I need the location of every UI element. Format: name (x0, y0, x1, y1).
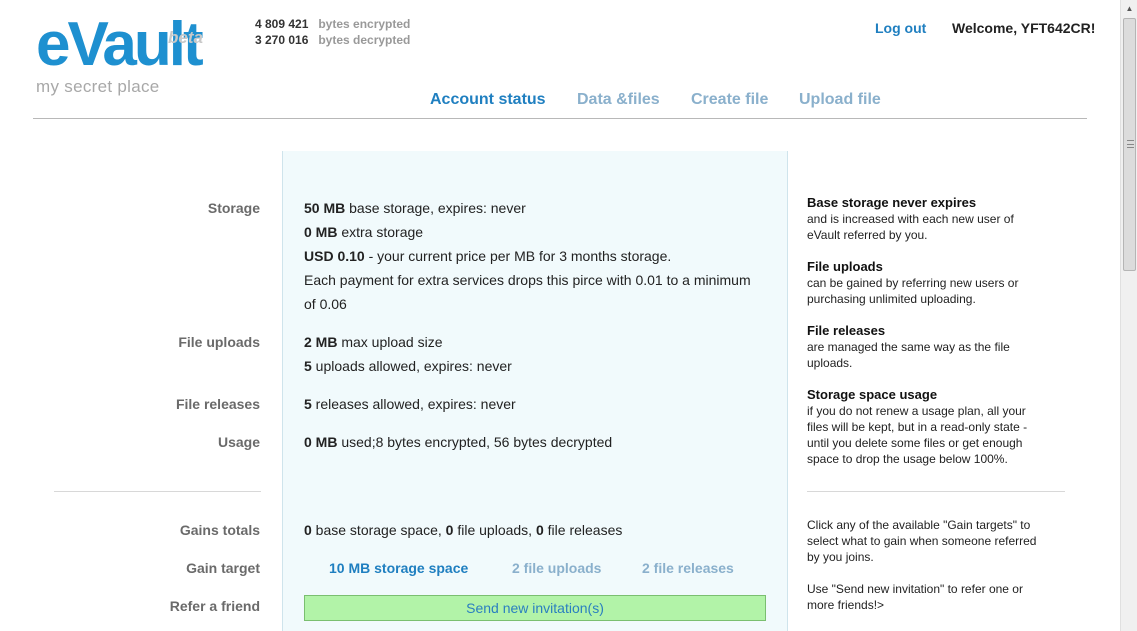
help-text-line: purchasing unlimited uploading. (807, 292, 976, 306)
tab-data-files[interactable]: Data &files (577, 91, 660, 109)
help-file-uploads-title: File uploads (807, 259, 883, 274)
help-text-line: until you delete some files or get enoug… (807, 436, 1023, 450)
help-text-line: files will be kept, but in a read-only s… (807, 420, 1028, 434)
help-base-storage: Base storage never expires and is increa… (807, 195, 1067, 243)
stat-encrypted-value: 4 809 421 (255, 17, 309, 31)
upload-size-line: 2 MB max upload size (304, 334, 443, 350)
help-text-line: by you joins. (807, 550, 874, 564)
send-invitation-button[interactable]: Send new invitation(s) (304, 595, 766, 621)
left-divider (54, 491, 261, 492)
releases-allowed-line: 5 releases allowed, expires: never (304, 396, 516, 412)
help-text-line: uploads. (807, 356, 853, 370)
scroll-up-arrow-icon[interactable]: ▲ (1121, 0, 1137, 17)
help-storage-usage-title: Storage space usage (807, 387, 938, 402)
tab-upload-file[interactable]: Upload file (799, 91, 881, 109)
page-scrollbar[interactable]: ▲ (1120, 0, 1137, 631)
storage-price-line: USD 0.10 - your current price per MB for… (304, 248, 672, 264)
help-text-line: and is increased with each new user of (807, 212, 1014, 226)
help-text-line: select what to gain when someone referre… (807, 534, 1037, 548)
usage-line: 0 MB used;8 bytes encrypted, 56 bytes de… (304, 434, 613, 450)
help-gain-targets: Click any of the available "Gain targets… (807, 517, 1067, 565)
stat-decrypted: 3 270 016 bytes decrypted (255, 32, 410, 48)
gains-totals-details: 0 base storage space, 0 file uploads, 0 … (304, 522, 623, 538)
file-uploads-details: 2 MB max upload size 5 uploads allowed, … (304, 330, 512, 378)
help-base-storage-title: Base storage never expires (807, 195, 977, 210)
uploads-allowed-line: 5 uploads allowed, expires: never (304, 358, 512, 374)
file-uploads-label: File uploads (178, 334, 260, 350)
byte-stats: 4 809 421 bytes encrypted 3 270 016 byte… (255, 16, 410, 48)
gain-option-releases[interactable]: 2 file releases (642, 560, 734, 576)
storage-minimum-line: of 0.06 (304, 296, 347, 312)
storage-discount-line: Each payment for extra services drops th… (304, 272, 751, 288)
help-text-line: Click any of the available "Gain targets… (807, 518, 1031, 532)
help-text-line: can be gained by referring new users or (807, 276, 1019, 290)
help-text-line: more friends!> (807, 598, 885, 612)
help-file-uploads: File uploads can be gained by referring … (807, 259, 1067, 307)
welcome-message: Welcome, YFT642CR! (952, 20, 1096, 36)
storage-label: Storage (207, 200, 260, 216)
logout-link[interactable]: Log out (875, 20, 926, 36)
help-text-line: space to drop the usage below 100%. (807, 452, 1008, 466)
help-text-line: are managed the same way as the file (807, 340, 1010, 354)
logo-beta-badge: beta (168, 28, 203, 47)
usage-details: 0 MB used;8 bytes encrypted, 56 bytes de… (304, 430, 612, 454)
storage-details: 50 MB base storage, expires: never 0 MB … (304, 196, 774, 316)
logo[interactable]: eVault beta my secret place (36, 14, 204, 97)
file-releases-details: 5 releases allowed, expires: never (304, 392, 516, 416)
tab-account-status[interactable]: Account status (430, 91, 546, 109)
logo-tagline: my secret place (36, 77, 160, 96)
grip-icon (1127, 140, 1134, 148)
help-storage-usage: Storage space usage if you do not renew … (807, 387, 1067, 467)
gain-target-label: Gain target (186, 560, 260, 576)
help-text-line: Use "Send new invitation" to refer one o… (807, 582, 1023, 596)
stat-decrypted-label: bytes decrypted (318, 33, 411, 47)
stat-encrypted-label: bytes encrypted (318, 17, 411, 31)
stat-decrypted-value: 3 270 016 (255, 33, 309, 47)
stat-encrypted: 4 809 421 bytes encrypted (255, 16, 410, 32)
scrollbar-thumb[interactable] (1123, 18, 1136, 271)
storage-base-line: 50 MB base storage, expires: never (304, 200, 526, 216)
right-divider (807, 491, 1065, 492)
gain-option-storage[interactable]: 10 MB storage space (329, 560, 468, 576)
gains-totals-label: Gains totals (179, 522, 260, 538)
help-file-releases: File releases are managed the same way a… (807, 323, 1067, 371)
help-file-releases-title: File releases (807, 323, 886, 338)
usage-label: Usage (217, 434, 260, 450)
help-text-line: eVault referred by you. (807, 228, 928, 242)
gain-option-uploads[interactable]: 2 file uploads (512, 560, 601, 576)
file-releases-label: File releases (175, 396, 260, 412)
help-refer: Use "Send new invitation" to refer one o… (807, 581, 1067, 613)
tab-create-file[interactable]: Create file (691, 91, 768, 109)
header-divider (33, 118, 1087, 119)
help-text-line: if you do not renew a usage plan, all yo… (807, 404, 1026, 418)
storage-extra-line: 0 MB extra storage (304, 224, 424, 240)
refer-friend-label: Refer a friend (169, 598, 260, 614)
